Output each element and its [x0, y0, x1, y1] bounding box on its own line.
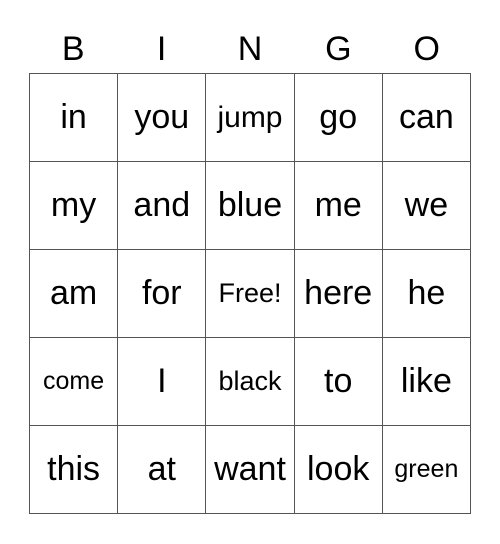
- free-space-cell[interactable]: Free!: [206, 250, 295, 338]
- bingo-cell[interactable]: am: [30, 250, 119, 338]
- bingo-cell[interactable]: to: [294, 338, 383, 426]
- bingo-cell[interactable]: me: [294, 162, 383, 250]
- bingo-cell[interactable]: here: [294, 250, 383, 338]
- bingo-cell[interactable]: he: [382, 250, 471, 338]
- bingo-cell[interactable]: my: [30, 162, 119, 250]
- bingo-grid: in you jump go can my and blue me we am …: [29, 73, 471, 514]
- bingo-cell[interactable]: jump: [206, 74, 295, 162]
- bingo-cell[interactable]: we: [382, 162, 471, 250]
- header-letter-g: G: [325, 30, 352, 68]
- bingo-cell[interactable]: at: [118, 426, 207, 514]
- bingo-cell[interactable]: you: [118, 74, 207, 162]
- bingo-cell[interactable]: black: [206, 338, 295, 426]
- bingo-cell[interactable]: I: [118, 338, 207, 426]
- bingo-cell[interactable]: blue: [206, 162, 295, 250]
- bingo-cell[interactable]: for: [118, 250, 207, 338]
- bingo-cell[interactable]: can: [382, 74, 471, 162]
- bingo-cell[interactable]: like: [382, 338, 471, 426]
- bingo-cell[interactable]: and: [118, 162, 207, 250]
- header-letter-o: O: [413, 30, 440, 68]
- header-letter-i: I: [156, 30, 167, 68]
- bingo-cell[interactable]: look: [294, 426, 383, 514]
- bingo-header: B I N G O: [29, 26, 471, 72]
- bingo-cell[interactable]: go: [294, 74, 383, 162]
- bingo-cell[interactable]: come: [30, 338, 119, 426]
- bingo-cell[interactable]: green: [382, 426, 471, 514]
- header-letter-b: B: [61, 30, 85, 68]
- bingo-cell[interactable]: in: [30, 74, 119, 162]
- bingo-cell[interactable]: this: [30, 426, 119, 514]
- header-letter-n: N: [237, 30, 263, 68]
- bingo-cell[interactable]: want: [206, 426, 295, 514]
